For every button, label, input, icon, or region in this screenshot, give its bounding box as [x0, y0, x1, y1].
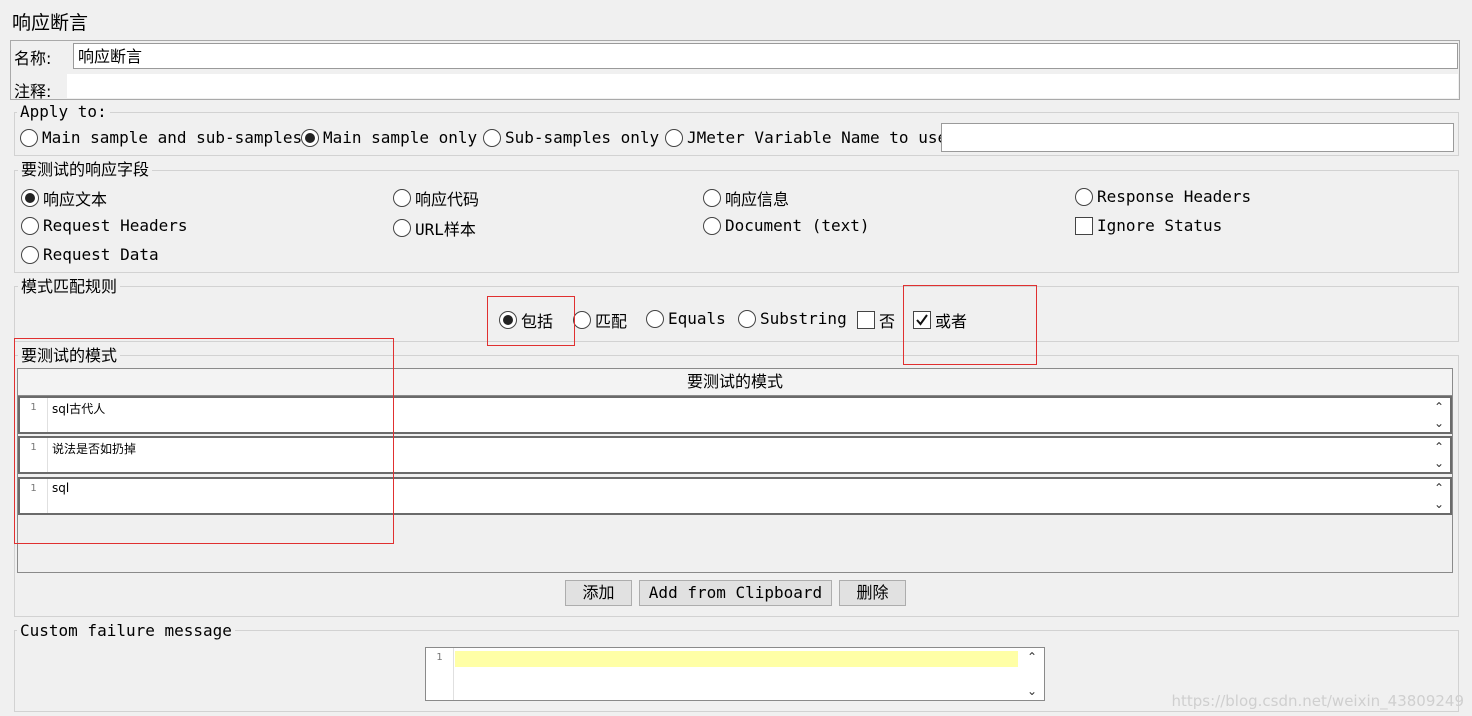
radio-label: URL样本 — [415, 220, 476, 239]
radio-indicator — [21, 189, 39, 207]
radio-indicator — [573, 311, 591, 329]
apply-main-and-sub-radio[interactable]: Main sample and sub-samples — [20, 128, 302, 147]
ignore-status-checkbox[interactable]: Ignore Status — [1075, 216, 1222, 235]
pattern-rules-panel — [14, 286, 1459, 342]
field-request-headers-radio[interactable]: Request Headers — [21, 216, 188, 235]
jmeter-variable-input[interactable] — [941, 123, 1454, 152]
watermark: https://blog.csdn.net/weixin_43809249 — [1171, 692, 1464, 710]
apply-jmeter-variable-radio[interactable]: JMeter Variable Name to use — [665, 128, 947, 147]
radio-indicator — [393, 219, 411, 237]
radio-label: Main sample and sub-samples — [42, 128, 303, 147]
rule-matches-radio[interactable]: 匹配 — [573, 308, 627, 332]
radio-label: 响应代码 — [415, 190, 480, 209]
radio-label: 响应信息 — [725, 190, 790, 209]
checkbox-label: 否 — [879, 312, 896, 331]
radio-label: Equals — [668, 309, 726, 328]
chevron-up-icon[interactable]: ⌃ — [1434, 400, 1444, 414]
field-response-text-radio[interactable]: 响应文本 — [21, 186, 107, 210]
radio-indicator — [665, 128, 683, 147]
radio-label: Request Headers — [43, 216, 188, 235]
checkbox-label: Ignore Status — [1097, 216, 1223, 235]
radio-label: 响应文本 — [43, 190, 108, 209]
radio-indicator — [301, 128, 319, 147]
radio-label: Document (text) — [725, 216, 870, 235]
apply-sub-only-radio[interactable]: Sub-samples only — [483, 128, 659, 147]
radio-label: Substring — [760, 309, 847, 328]
comment-input[interactable] — [67, 74, 1458, 98]
row-scrollbar[interactable]: ⌃ ⌄ — [1428, 479, 1450, 513]
current-line-highlight — [455, 651, 1018, 667]
pattern-rules-legend: 模式匹配规则 — [18, 278, 121, 296]
name-label: 名称: — [14, 49, 52, 68]
delete-button[interactable]: 删除 — [839, 580, 906, 606]
chevron-up-icon[interactable]: ⌃ — [1434, 481, 1444, 495]
apply-main-only-radio[interactable]: Main sample only — [301, 128, 477, 147]
field-url-sample-radio[interactable]: URL样本 — [393, 216, 476, 240]
chevron-down-icon[interactable]: ⌄ — [1434, 497, 1444, 511]
chevron-up-icon[interactable]: ⌃ — [1434, 440, 1444, 454]
annotation-box-or — [903, 285, 1037, 365]
chevron-down-icon[interactable]: ⌄ — [1027, 684, 1037, 698]
radio-indicator — [738, 309, 756, 328]
rule-substring-radio[interactable]: Substring — [738, 309, 847, 328]
add-button[interactable]: 添加 — [565, 580, 632, 606]
radio-label: Response Headers — [1097, 187, 1252, 206]
chevron-up-icon[interactable]: ⌃ — [1027, 650, 1037, 664]
chevron-down-icon[interactable]: ⌄ — [1434, 456, 1444, 470]
comment-label: 注释: — [14, 82, 52, 101]
radio-indicator — [703, 216, 721, 235]
annotation-box-patterns — [14, 338, 394, 544]
radio-indicator — [1075, 187, 1093, 206]
radio-indicator — [483, 128, 501, 147]
field-response-message-radio[interactable]: 响应信息 — [703, 186, 789, 210]
annotation-box-contains — [487, 296, 575, 346]
checkbox-indicator — [1075, 216, 1093, 235]
radio-indicator — [21, 245, 39, 264]
not-checkbox[interactable]: 否 — [857, 308, 895, 332]
name-comment-group: 名称: 响应断言 注释: — [10, 40, 1460, 101]
field-document-text-radio[interactable]: Document (text) — [703, 216, 870, 235]
row-scrollbar[interactable]: ⌃ ⌄ — [1428, 438, 1450, 472]
line-number: 1 — [426, 648, 454, 700]
chevron-down-icon[interactable]: ⌄ — [1434, 416, 1444, 430]
radio-label: 匹配 — [595, 312, 628, 331]
radio-indicator — [21, 216, 39, 235]
radio-label: Sub-samples only — [505, 128, 660, 147]
field-response-code-radio[interactable]: 响应代码 — [393, 186, 479, 210]
checkbox-indicator — [857, 311, 875, 329]
add-from-clipboard-button[interactable]: Add from Clipboard — [639, 580, 832, 606]
radio-label: Request Data — [43, 245, 159, 264]
field-response-headers-radio[interactable]: Response Headers — [1075, 187, 1251, 206]
editor-scrollbar[interactable]: ⌃ ⌄ — [1020, 648, 1044, 700]
radio-indicator — [646, 309, 664, 328]
custom-failure-editor[interactable]: 1 ⌃ ⌄ — [425, 647, 1045, 701]
name-input[interactable]: 响应断言 — [73, 43, 1458, 69]
page-title: 响应断言 — [12, 12, 89, 34]
row-scrollbar[interactable]: ⌃ ⌄ — [1428, 398, 1450, 432]
radio-label: Main sample only — [323, 128, 478, 147]
response-fields-legend: 要测试的响应字段 — [18, 161, 153, 179]
apply-to-legend: Apply to: — [17, 103, 110, 121]
radio-indicator — [703, 189, 721, 207]
radio-label: JMeter Variable Name to use — [687, 128, 948, 147]
rule-equals-radio[interactable]: Equals — [646, 309, 726, 328]
radio-indicator — [20, 128, 38, 147]
custom-failure-legend: Custom failure message — [17, 622, 235, 640]
field-request-data-radio[interactable]: Request Data — [21, 245, 159, 264]
radio-indicator — [393, 189, 411, 207]
